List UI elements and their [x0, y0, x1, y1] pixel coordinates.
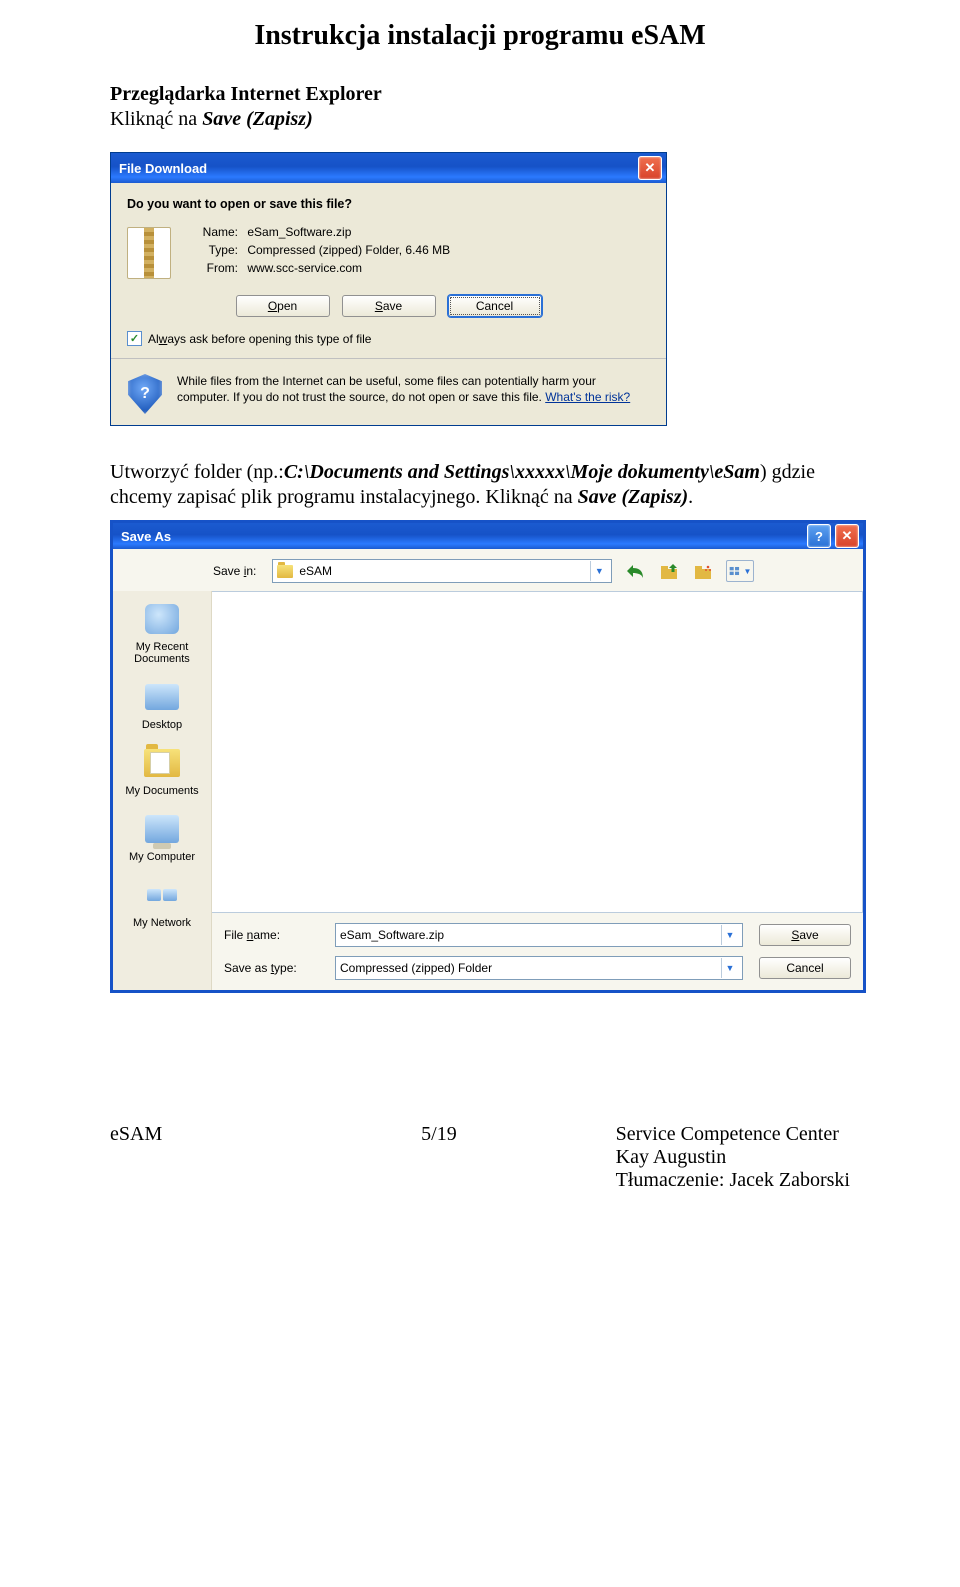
- my-network-icon: [144, 880, 180, 910]
- back-icon[interactable]: [624, 561, 646, 581]
- save-in-value: eSAM: [299, 564, 332, 578]
- save-as-dialog: Save As ? ✕ Save in: eSAM ▼ ▼ My Recent …: [110, 520, 866, 993]
- file-list-area[interactable]: [212, 591, 863, 913]
- savetype-combo[interactable]: Compressed (zipped) Folder ▼: [335, 956, 743, 980]
- warning-text: While files from the Internet can be use…: [177, 373, 650, 405]
- place-desktop[interactable]: Desktop: [117, 679, 207, 731]
- place-network[interactable]: My Network: [117, 877, 207, 929]
- new-folder-icon[interactable]: [692, 561, 714, 581]
- para-browser-line2a: Kliknąć na: [110, 108, 202, 130]
- savetype-value: Compressed (zipped) Folder: [340, 961, 492, 975]
- desktop-icon: [145, 684, 179, 710]
- p2e: .: [688, 486, 693, 508]
- up-one-level-icdy-icon[interactable]: [658, 561, 680, 581]
- dialog-title: File Download: [119, 161, 634, 176]
- p2a: Utworzyć folder (np.:: [110, 461, 284, 483]
- saveas-toolbar: Save in: eSAM ▼ ▼: [113, 549, 863, 591]
- filename-input[interactable]: eSam_Software.zip ▼: [335, 923, 743, 947]
- p2d: Save (Zapisz): [578, 486, 689, 508]
- help-icon[interactable]: ?: [807, 524, 831, 548]
- place-documents[interactable]: My Documents: [117, 745, 207, 797]
- views-icon[interactable]: ▼: [726, 560, 754, 582]
- footer-page-number: 5/19: [421, 1123, 457, 1192]
- saveas-titlebar[interactable]: Save As ? ✕: [113, 523, 863, 549]
- file-download-dialog: File Download ✕ Do you want to open or s…: [110, 152, 667, 426]
- footer-left: eSAM: [110, 1123, 162, 1192]
- place-recent[interactable]: My Recent Documents: [117, 601, 207, 665]
- whats-the-risk-link[interactable]: What's the risk?: [545, 390, 630, 404]
- shield-icon: ?: [127, 373, 163, 415]
- cancel-button[interactable]: Cancel: [759, 957, 851, 979]
- name-label: Name:: [189, 225, 244, 239]
- chevron-down-icon: ▼: [743, 567, 751, 576]
- save-button[interactable]: Save: [759, 924, 851, 946]
- save-button[interactable]: Save: [342, 295, 436, 317]
- dialog-titlebar[interactable]: File Download ✕: [111, 153, 666, 183]
- file-info: Name: eSam_Software.zip Type: Compressed…: [189, 225, 450, 279]
- type-label: Type:: [189, 243, 244, 257]
- save-in-label: Save in:: [213, 564, 256, 578]
- close-icon[interactable]: ✕: [638, 156, 662, 180]
- filename-value: eSam_Software.zip: [340, 928, 444, 942]
- always-ask-label: Always ask before opening this type of f…: [148, 332, 371, 346]
- name-value: eSam_Software.zip: [247, 225, 351, 239]
- footer-right: Service Competence Center Kay Augustin T…: [616, 1123, 850, 1192]
- saveas-title: Save As: [121, 529, 803, 544]
- zip-file-icon: [127, 227, 171, 279]
- folder-icon: [277, 565, 293, 578]
- para-browser-strong: Przeglądarka Internet Explorer: [110, 83, 382, 105]
- para-browser: Przeglądarka Internet Explorer Kliknąć n…: [110, 82, 850, 132]
- checkbox-icon[interactable]: ✓: [127, 331, 142, 346]
- doc-title: Instrukcja instalacji programu eSAM: [110, 20, 850, 52]
- para-browser-line2b: Save (Zapisz): [202, 108, 313, 130]
- close-icon[interactable]: ✕: [835, 524, 859, 548]
- from-label: From:: [189, 261, 244, 275]
- filename-label: File name:: [224, 928, 319, 942]
- my-computer-icon: [145, 815, 179, 843]
- type-value: Compressed (zipped) Folder, 6.46 MB: [247, 243, 450, 257]
- recent-documents-icon: [145, 604, 179, 634]
- save-in-combo[interactable]: eSAM ▼: [272, 559, 612, 583]
- chevron-down-icon[interactable]: ▼: [721, 925, 738, 945]
- my-documents-icon: [144, 749, 180, 777]
- from-value: www.scc-service.com: [247, 261, 362, 275]
- places-bar: My Recent Documents Desktop My Documents…: [113, 591, 212, 990]
- page-footer: eSAM 5/19 Service Competence Center Kay …: [110, 1123, 850, 1192]
- para-create-folder: Utworzyć folder (np.:C:\Documents and Se…: [110, 460, 850, 510]
- chevron-down-icon[interactable]: ▼: [721, 958, 738, 978]
- cancel-button[interactable]: Cancel: [448, 295, 542, 317]
- place-computer[interactable]: My Computer: [117, 811, 207, 863]
- chevron-down-icon[interactable]: ▼: [590, 561, 607, 581]
- always-ask-checkbox-row[interactable]: ✓ Always ask before opening this type of…: [127, 331, 650, 346]
- p2b: C:\Documents and Settings\xxxxx\Moje dok…: [284, 461, 760, 483]
- open-button[interactable]: Open: [236, 295, 330, 317]
- savetype-label: Save as type:: [224, 961, 319, 975]
- dialog-question: Do you want to open or save this file?: [127, 197, 650, 211]
